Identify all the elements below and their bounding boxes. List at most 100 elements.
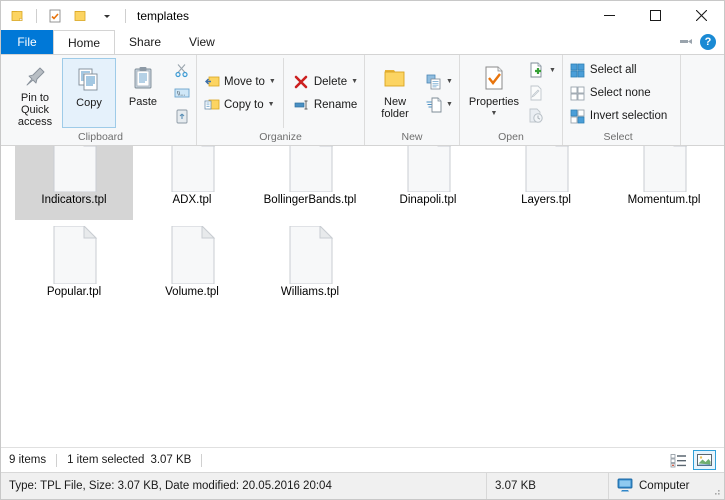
move-to-button[interactable]: Move to ▼: [200, 71, 279, 92]
properties-chevron-icon[interactable]: ▼: [491, 108, 498, 120]
quick-access-toolbar: [7, 5, 129, 27]
maximize-button[interactable]: [632, 1, 678, 30]
move-to-label: Move to: [224, 75, 265, 88]
paste-button[interactable]: Paste: [116, 58, 170, 128]
easy-access-chevron-icon[interactable]: ▼: [446, 78, 453, 85]
file-name: Volume.tpl: [165, 286, 219, 298]
pin-label-line2: access: [17, 116, 53, 128]
qat-divider-2: [125, 8, 126, 23]
paste-shortcut-button[interactable]: [170, 106, 193, 127]
file-name: ADX.tpl: [172, 194, 212, 206]
copy-to-icon: [203, 96, 220, 113]
copy-button[interactable]: Copy: [62, 58, 116, 128]
select-none-label: Select none: [589, 87, 651, 99]
edit-icon: [528, 85, 545, 102]
help-icon[interactable]: ?: [700, 34, 716, 50]
properties-big-icon: [481, 62, 507, 96]
paste-icon: [130, 62, 156, 96]
window-title: templates: [137, 8, 190, 23]
cut-button[interactable]: [170, 60, 193, 81]
large-icons-view-button[interactable]: [693, 450, 716, 470]
file-item[interactable]: Volume.tpl: [133, 220, 251, 312]
clipboard-small-buttons: \\...: [170, 58, 193, 128]
open-button[interactable]: ▼: [525, 60, 559, 81]
delete-chevron-icon[interactable]: ▼: [351, 78, 358, 85]
invert-selection-label: Invert selection: [589, 110, 668, 122]
delete-button[interactable]: Delete ▼: [290, 71, 361, 92]
file-name: Layers.tpl: [521, 194, 571, 206]
details-view-button[interactable]: [667, 450, 690, 470]
ribbon-group-open: Properties ▼ ▼ Open: [460, 55, 563, 145]
tpl-file-icon: [161, 146, 223, 192]
ribbon-group-organize: Move to ▼ Copy to ▼ Delete ▼ Rename Orga…: [197, 55, 366, 145]
file-item[interactable]: Layers.tpl: [487, 146, 605, 220]
file-name: Popular.tpl: [46, 286, 102, 298]
location-label: Computer: [639, 480, 690, 492]
open-chevron-icon[interactable]: ▼: [549, 67, 556, 74]
file-grid: Indicators.tpl ADX.tpl BollingerBands.tp…: [15, 146, 724, 312]
history-icon: [528, 108, 545, 125]
new-item-button[interactable]: ▼: [422, 94, 456, 115]
select-none-button[interactable]: Select none: [566, 83, 670, 104]
new-folder-button[interactable]: New folder: [368, 58, 422, 128]
tab-view[interactable]: View: [175, 30, 229, 54]
file-item[interactable]: ADX.tpl: [133, 146, 251, 220]
tab-share[interactable]: Share: [115, 30, 175, 54]
tpl-file-icon: [43, 146, 105, 192]
invert-selection-icon: [569, 108, 586, 125]
resize-grip-icon[interactable]: [711, 486, 721, 496]
file-details-text: Type: TPL File, Size: 3.07 KB, Date modi…: [9, 480, 332, 492]
tpl-file-icon: [161, 226, 223, 284]
group-label-clipboard: Clipboard: [78, 131, 123, 143]
file-item[interactable]: Momentum.tpl: [605, 146, 723, 220]
close-button[interactable]: [678, 1, 724, 30]
ribbon-tabs-right: ?: [678, 30, 724, 54]
new-folder-icon[interactable]: [70, 5, 92, 27]
window-controls: [586, 1, 724, 30]
tpl-file-icon: [43, 226, 105, 284]
new-small-buttons: ▼ ▼: [422, 58, 456, 128]
file-item[interactable]: Indicators.tpl: [15, 146, 133, 220]
file-item[interactable]: Popular.tpl: [15, 220, 133, 312]
copy-to-chevron-icon[interactable]: ▼: [268, 101, 275, 108]
tab-file[interactable]: File: [1, 30, 53, 54]
file-name: Williams.tpl: [280, 286, 340, 298]
select-buttons: Select all Select none Invert selection: [566, 58, 670, 128]
select-all-button[interactable]: Select all: [566, 60, 670, 81]
file-item[interactable]: BollingerBands.tpl: [251, 146, 369, 220]
new-folder-big-icon: [380, 62, 410, 96]
open-icon: [528, 62, 545, 79]
collapse-ribbon-icon[interactable]: [678, 33, 694, 51]
rename-button[interactable]: Rename: [290, 94, 361, 115]
file-item[interactable]: Dinapoli.tpl: [369, 146, 487, 220]
invert-selection-button[interactable]: Invert selection: [566, 106, 670, 127]
qat-divider: [36, 8, 37, 23]
file-list-view[interactable]: Indicators.tpl ADX.tpl BollingerBands.tp…: [1, 146, 724, 447]
computer-icon: [617, 478, 633, 495]
copy-to-button[interactable]: Copy to ▼: [200, 94, 279, 115]
move-to-chevron-icon[interactable]: ▼: [269, 78, 276, 85]
customize-qat-chevron-icon[interactable]: [96, 5, 118, 27]
ribbon-body: Pin to Quick access Copy Paste \\... Cli…: [1, 54, 724, 146]
organize-col-2: Delete ▼ Rename: [282, 58, 361, 128]
new-item-icon: [425, 96, 442, 113]
file-item[interactable]: Williams.tpl: [251, 220, 369, 312]
copy-path-icon: \\...: [173, 85, 190, 102]
scissors-icon: [173, 62, 190, 79]
selection-label: 1 item selected: [67, 454, 145, 466]
pin-to-quick-access-button[interactable]: Pin to Quick access: [8, 58, 62, 128]
group-label-organize: Organize: [259, 131, 302, 143]
file-name: Momentum.tpl: [627, 194, 701, 206]
copy-path-button[interactable]: \\...: [170, 83, 193, 104]
tpl-file-icon: [279, 226, 341, 284]
minimize-button[interactable]: [586, 1, 632, 30]
move-to-icon: [203, 73, 220, 90]
easy-access-button[interactable]: ▼: [422, 71, 456, 92]
new-item-chevron-icon[interactable]: ▼: [446, 101, 453, 108]
properties-icon[interactable]: [44, 5, 66, 27]
folder-icon[interactable]: [7, 5, 29, 27]
tab-home[interactable]: Home: [53, 30, 116, 54]
properties-button[interactable]: Properties ▼: [463, 58, 525, 128]
easy-access-icon: [425, 73, 442, 90]
tpl-file-icon: [397, 146, 459, 192]
